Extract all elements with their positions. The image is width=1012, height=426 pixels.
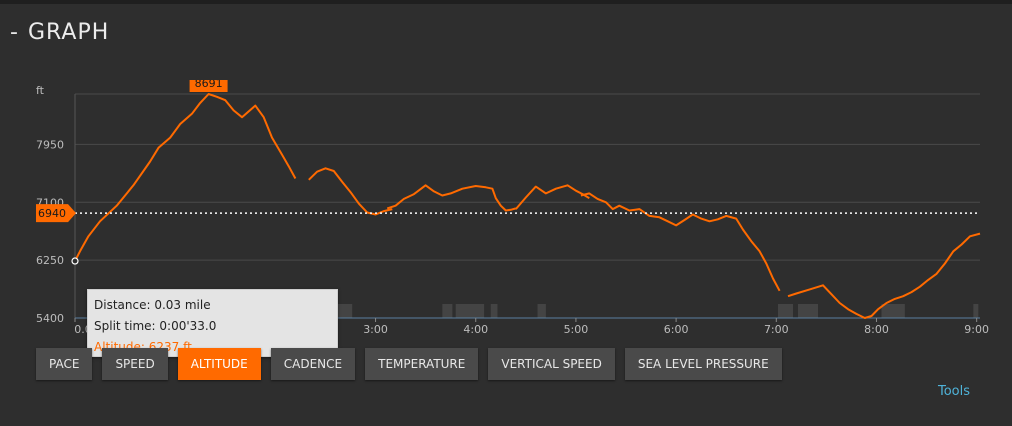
y-tick-label: 7950	[36, 138, 64, 151]
x-tick-label: 4:00	[463, 323, 488, 336]
altitude-series-line	[386, 184, 517, 212]
metric-button-speed[interactable]: SPEED	[102, 348, 168, 380]
metric-button-cadence[interactable]: CADENCE	[270, 348, 356, 380]
segment-marker	[797, 304, 819, 318]
metric-button-sea-level-pressure[interactable]: SEA LEVEL PRESSURE	[624, 348, 782, 380]
x-tick-label: 7:00	[764, 323, 789, 336]
segment-marker	[537, 304, 546, 318]
chart-tooltip: Distance: 0.03 mile Split time: 0:00'33.…	[87, 289, 338, 357]
altitude-series-line	[580, 192, 781, 292]
segment-marker	[881, 304, 905, 318]
segment-marker	[777, 304, 793, 318]
metric-button-temperature[interactable]: TEMPERATURE	[365, 348, 479, 380]
tools-link[interactable]: Tools	[938, 384, 970, 399]
altitude-series-line	[515, 184, 590, 210]
altitude-series-line	[74, 93, 297, 262]
section-header[interactable]: - GRAPH	[10, 20, 109, 45]
tooltip-distance: Distance: 0.03 mile	[94, 298, 211, 312]
y-tick-label: 6250	[36, 254, 64, 267]
metric-selector: PACE SPEED ALTITUDE CADENCE TEMPERATURE …	[36, 348, 782, 380]
altitude-series-line	[308, 167, 393, 216]
segment-marker	[455, 304, 485, 318]
tooltip-split-time: Split time: 0:00'33.0	[94, 319, 217, 333]
segment-marker	[973, 304, 979, 318]
max-value-label: 8691	[195, 80, 223, 90]
top-bar	[0, 0, 1012, 4]
collapse-icon[interactable]: -	[10, 21, 18, 44]
section-title: GRAPH	[27, 20, 110, 45]
x-tick-label: 3:00	[363, 323, 388, 336]
x-tick-label: 5:00	[564, 323, 589, 336]
metric-button-vertical-speed[interactable]: VERTICAL SPEED	[488, 348, 615, 380]
segment-marker	[490, 304, 498, 318]
x-tick-label: 6:00	[664, 323, 689, 336]
x-tick-label: 9:00	[964, 323, 989, 336]
metric-button-altitude[interactable]: ALTITUDE	[177, 348, 261, 380]
y-axis-unit: ft	[36, 84, 45, 97]
segment-marker	[442, 304, 453, 318]
x-tick-label: 8:00	[864, 323, 889, 336]
altitude-chart[interactable]: ft79507100625054000.01:002:003:004:005:0…	[0, 80, 1012, 357]
y-tick-label: 5400	[36, 312, 64, 325]
metric-button-pace[interactable]: PACE	[36, 348, 93, 380]
current-value-label: 6940	[38, 207, 66, 220]
hover-point	[71, 257, 79, 265]
